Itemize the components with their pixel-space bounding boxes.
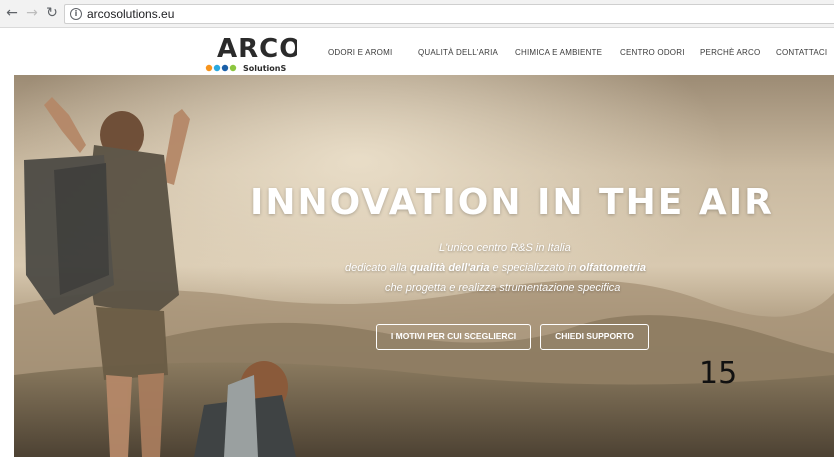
hero-tagline-line2: dedicato alla qualità dell'aria e specia… xyxy=(345,261,646,275)
hero-tagline-line3: che progetta e realizza strumentazione s… xyxy=(385,282,621,294)
ask-support-button[interactable]: CHIEDI SUPPORTO xyxy=(540,324,649,350)
back-arrow-icon[interactable]: ← xyxy=(4,5,20,21)
svg-text:SolutionS: SolutionS xyxy=(243,64,286,73)
site-header: ARCO SolutionS ODORI E AROMI QUALITÀ DEL… xyxy=(0,28,834,75)
reasons-button[interactable]: I MOTIVI PER CUI SCEGLIERCI xyxy=(376,324,531,350)
tagline-emphasis-olfactometry: olfattometria xyxy=(579,262,646,274)
hero-tagline-line1: L'unico centro R&S in Italia xyxy=(439,242,571,254)
hero-title: INNOVATION IN THE AIR xyxy=(250,182,774,223)
nav-odori-e-aromi[interactable]: ODORI E AROMI xyxy=(328,47,392,59)
overlay-number: 15 xyxy=(699,356,738,391)
tagline-emphasis-air-quality: qualità dell'aria xyxy=(409,262,490,274)
nav-qualita-aria[interactable]: QUALITÀ DELL'ARIA xyxy=(418,47,498,59)
tagline-text: e specializzato in xyxy=(489,262,580,274)
nav-contattaci[interactable]: CONTATTACI xyxy=(776,47,827,59)
hero-section: INNOVATION IN THE AIR L'unico centro R&S… xyxy=(14,75,834,457)
info-icon[interactable]: i xyxy=(70,8,82,20)
arco-logo[interactable]: ARCO SolutionS xyxy=(205,30,297,73)
url-text[interactable]: arcosolutions.eu xyxy=(87,7,174,21)
nav-centro-odori[interactable]: CENTRO ODORI xyxy=(620,47,685,59)
browser-toolbar: ← → ↻ i arcosolutions.eu xyxy=(0,0,834,28)
tagline-text: dedicato alla xyxy=(345,262,410,274)
forward-arrow-icon[interactable]: → xyxy=(24,5,40,21)
nav-perche-arco[interactable]: PERCHÈ ARCO xyxy=(700,47,760,59)
svg-text:ARCO: ARCO xyxy=(217,34,297,64)
nav-chimica-ambiente[interactable]: CHIMICA E AMBIENTE xyxy=(515,47,602,59)
reload-icon[interactable]: ↻ xyxy=(44,5,60,21)
address-bar[interactable]: i arcosolutions.eu xyxy=(64,4,834,24)
